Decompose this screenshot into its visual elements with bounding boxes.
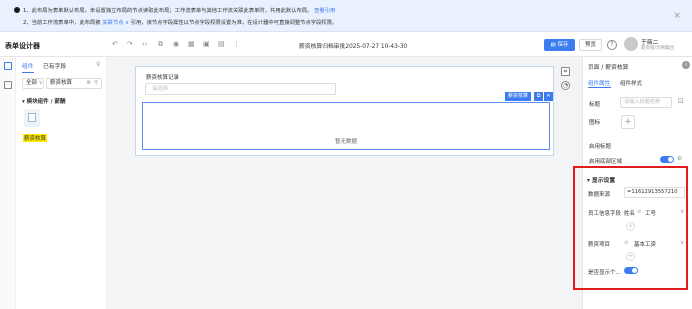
area-label: 启用底部区域 [589,159,623,165]
save-label: 保存 [557,42,569,48]
tab-properties[interactable]: 组件属性 [588,79,610,87]
empty-text: 暂无数据 [334,139,357,145]
print-icon[interactable]: ▤ [218,40,225,48]
save-button[interactable]: ▤ 保存 [544,39,575,51]
info-icon [14,7,20,13]
page-title: 表单设计器 [5,42,40,50]
salary-component-label[interactable]: 薪资核算 [23,134,48,142]
delete-icon[interactable]: ✕ [544,92,553,101]
notice-line-2: 2、当前工作流表单中，此布局被 关联节点 ∨ 引用，该节点字段属性以节点字段权限… [23,18,337,26]
user-org: 薪资组/示例集团 [641,46,675,51]
components-icon[interactable] [4,62,12,70]
grid-icon[interactable]: ▦ [188,40,195,48]
form-select-input[interactable]: 请选择 [145,83,336,95]
left-rail [0,57,16,309]
tab-existing-fields[interactable]: 已有字段 [43,61,66,70]
component-search[interactable]: 薪资核算 ⊗ ⚲ [46,78,102,89]
layout-icon[interactable]: ⧉ [158,40,163,48]
palette-icon[interactable]: ◔ [561,81,570,90]
search-icon[interactable]: ⚲ [94,79,98,88]
clear-icon[interactable]: ⊗ [86,79,91,88]
tab-components[interactable]: 组件 [22,61,34,73]
more-icon[interactable]: ⋮ [233,40,240,48]
fields-icon[interactable] [4,81,12,89]
title-label: 标题 [589,102,601,108]
notice-text-2b: 引用，该节点字段属性以节点字段权限设置为准，在设计器中可直接调整节点字段权限。 [130,20,338,26]
notice-text-1: 1、此布局为表单默认布局，未设置独立布局的节点读取此布局；工作流表单与其他工作流… [23,8,313,14]
preview-button[interactable]: 预览 [579,39,602,51]
icon-label: 图标 [589,120,601,126]
linked-nodes-link[interactable]: 关联节点 [102,20,123,26]
copy-icon[interactable]: ⧉ [534,92,543,101]
form-title: 薪资核算记录 [146,75,180,81]
header-bar: 表单设计器 ↶ ↷ ‹› ⧉ ◉ ▦ ▣ ▤ ⋮ 薪资核算归档审批2025-07… [0,33,692,57]
code-icon[interactable]: ‹› [142,40,148,48]
category-select[interactable]: 全部 ∨ [22,78,44,89]
undo-icon[interactable]: ↶ [112,40,118,48]
search-value: 薪资核算 [50,80,73,86]
breadcrumb: 页面 / 薪资核算 [588,65,629,71]
notice-line-1: 1、此布局为表单默认布局，未设置独立布局的节点读取此布局；工作流表单与其他工作流… [14,6,335,14]
notice-banner: 1、此布局为表单默认布局，未设置独立布局的节点读取此布局；工作流表单与其他工作流… [0,0,692,32]
highlight-box [573,166,688,290]
redo-icon[interactable]: ↷ [127,40,133,48]
title-input[interactable]: 请输入标题名称 [620,97,672,108]
fit-icon[interactable]: ⌗ [561,67,570,76]
area-toggle[interactable] [660,156,674,163]
fold-label: 启用标题 [589,144,612,150]
category-value: 全部 [26,80,38,86]
add-icon-button[interactable]: + [621,115,635,129]
tab-styles[interactable]: 组件样式 [620,79,642,87]
settings-icon[interactable]: ⚙ [677,155,682,162]
close-icon[interactable]: × [673,12,681,21]
eye-icon[interactable]: ◉ [173,40,179,48]
chevron-down-icon[interactable]: ∨ [123,20,130,26]
tab-underline [588,87,611,88]
document-title: 薪资核算归档审批2025-07-27 10-43-30 [299,44,408,50]
info-icon[interactable]: i [682,61,690,69]
avatar[interactable] [624,37,638,51]
help-icon[interactable]: ? [607,40,617,50]
pin-icon[interactable]: ⚲ [96,61,100,68]
designer-page: 1、此布局为表单默认布局，未设置独立布局的节点读取此布局；工作流表单与其他工作流… [0,0,692,309]
salary-subtable[interactable]: 暂无数据 [142,102,550,150]
component-panel: 组件 已有字段 ⚲ 全部 ∨ 薪资核算 ⊗ ⚲ ▾ 模块组件 / 薪酬 薪资核算 [16,57,107,309]
component-group[interactable]: ▾ 模块组件 / 薪酬 [22,97,66,105]
salary-component-card[interactable] [24,109,40,127]
document-icon [28,113,36,122]
translate-icon[interactable]: ⊡ [678,97,684,105]
save-draft-icon[interactable]: ▣ [203,40,210,48]
subtable-tag[interactable]: 薪资核算 [505,92,532,101]
view-references-link[interactable]: 查看引用 [314,8,335,14]
notice-text-2a: 2、当前工作流表单中，此布局被 [23,20,101,26]
